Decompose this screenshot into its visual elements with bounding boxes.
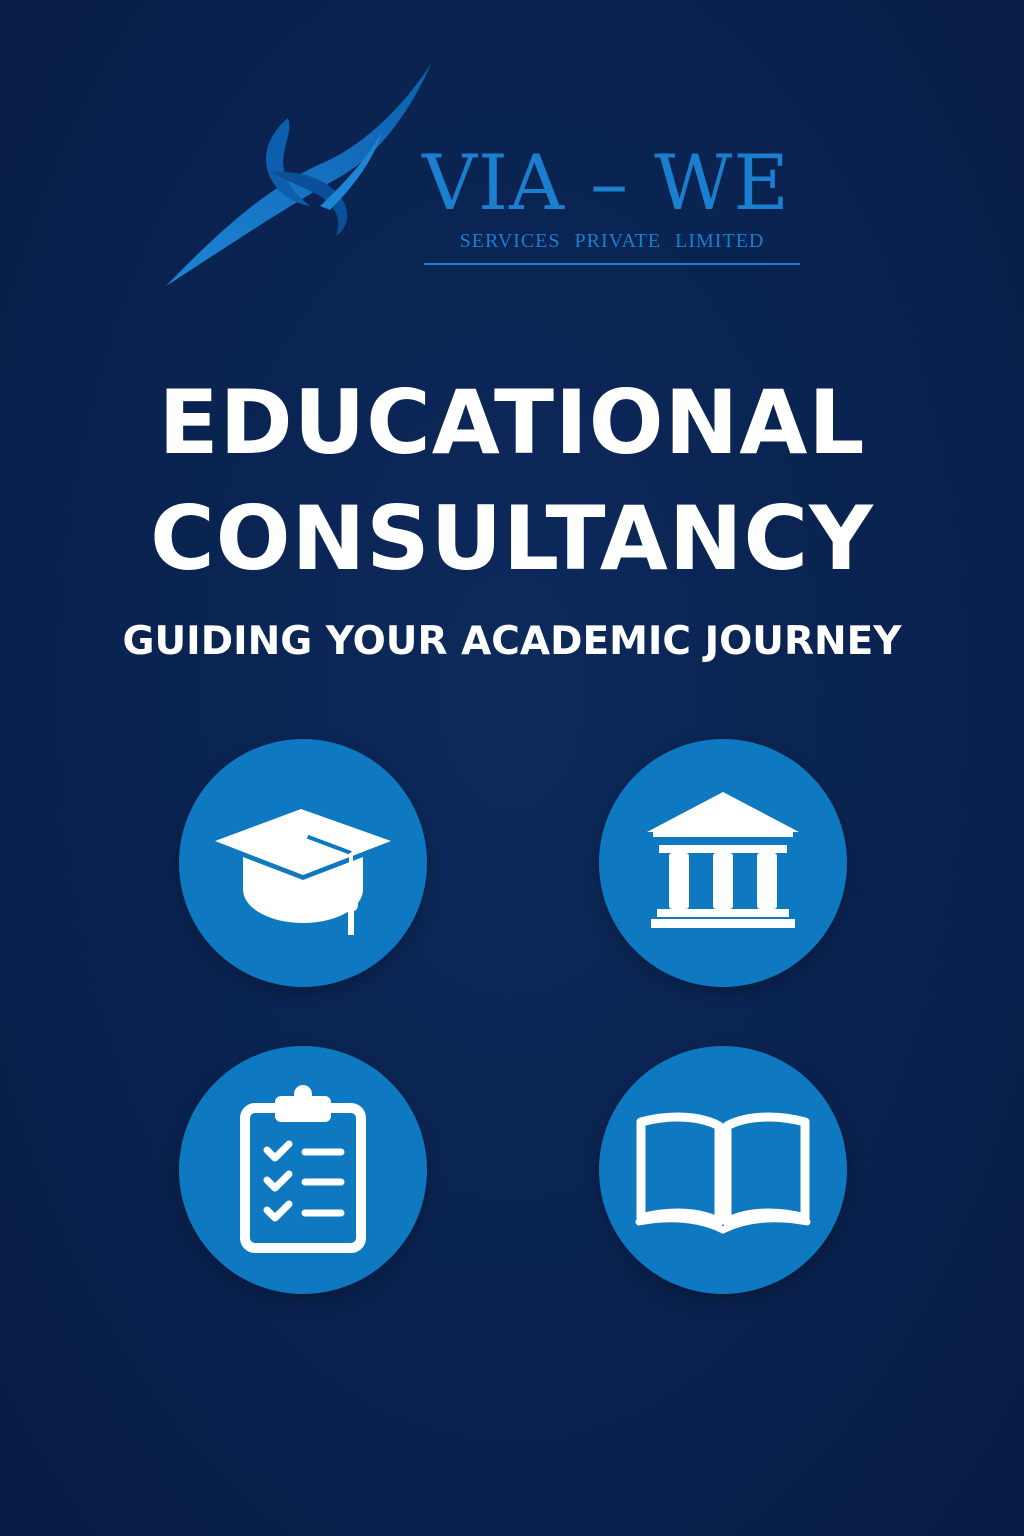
brand-divider [424,263,800,265]
service-institution-circle [599,739,847,987]
institution-building-icon [647,792,799,928]
service-checklist-circle [179,1046,427,1294]
brand-tagline: SERVICES PRIVATE LIMITED [459,230,765,252]
clipboard-checklist-icon [240,1085,366,1253]
open-book-icon [635,1112,811,1234]
service-book-circle [599,1046,847,1294]
service-graduation-circle [179,739,427,987]
headline-line-2: CONSULTANCY [150,487,874,590]
graduation-cap-icon [215,809,391,935]
brand-name: VIA – WE [422,138,790,227]
headline-line-1: EDUCATIONAL [158,371,866,474]
subheadline: GUIDING YOUR ACADEMIC JOURNEY [122,619,902,664]
poster: VIA – WE SERVICES PRIVATE LIMITED EDUCAT… [0,0,1024,1536]
